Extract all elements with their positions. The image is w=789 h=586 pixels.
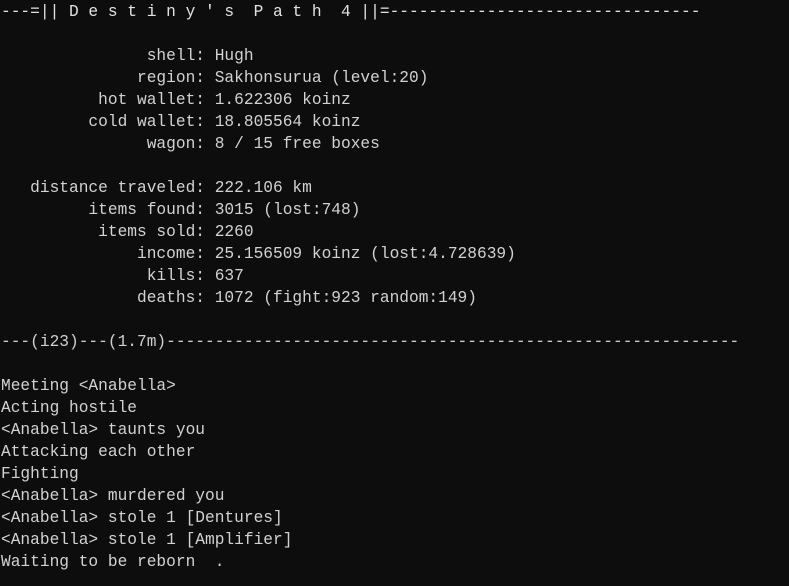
stat-row-deaths: deaths: 1072 (fight:923 random:149) [1, 289, 477, 307]
stat-row-income: income: 25.156509 koinz (lost:4.728639) [1, 245, 516, 263]
event-log: Meeting <Anabella> Acting hostile <Anabe… [1, 375, 789, 573]
progress-stats-block: distance traveled: 222.106 km items foun… [1, 177, 789, 309]
spacer-after-separator [1, 353, 789, 375]
log-line: Fighting [1, 465, 79, 483]
iteration-separator-bar: ---(i23)---(1.7m)-----------------------… [1, 333, 740, 351]
stat-row-wagon: wagon: 8 / 15 free boxes [1, 135, 380, 153]
spacer-before-separator [1, 309, 789, 331]
spacer-after-title [1, 23, 789, 45]
log-line: Meeting <Anabella> [1, 377, 176, 395]
log-line: <Anabella> taunts you [1, 421, 205, 439]
log-line: Attacking each other [1, 443, 196, 461]
stat-row-hot-wallet: hot wallet: 1.622306 koinz [1, 91, 351, 109]
stat-row-distance-traveled: distance traveled: 222.106 km [1, 179, 312, 197]
stat-row-region: region: Sakhonsurua (level:20) [1, 69, 429, 87]
stat-row-items-found: items found: 3015 (lost:748) [1, 201, 361, 219]
terminal-screen[interactable]: ---=|| D e s t i n y ' s P a t h 4 ||=--… [0, 0, 789, 586]
log-line: <Anabella> stole 1 [Dentures] [1, 509, 283, 527]
spacer-between-stat-blocks [1, 155, 789, 177]
game-title-bar: ---=|| D e s t i n y ' s P a t h 4 ||=--… [1, 3, 701, 21]
stat-row-shell: shell: Hugh [1, 47, 254, 65]
log-line: <Anabella> stole 1 [Amplifier] [1, 531, 293, 549]
log-line: <Anabella> murdered you [1, 487, 225, 505]
log-line: Acting hostile [1, 399, 137, 417]
stat-row-kills: kills: 637 [1, 267, 244, 285]
stat-row-cold-wallet: cold wallet: 18.805564 koinz [1, 113, 361, 131]
character-stats-block: shell: Hugh region: Sakhonsurua (level:2… [1, 45, 789, 155]
stat-row-items-sold: items sold: 2260 [1, 223, 254, 241]
log-line-status-waiting: Waiting to be reborn . [1, 553, 225, 571]
